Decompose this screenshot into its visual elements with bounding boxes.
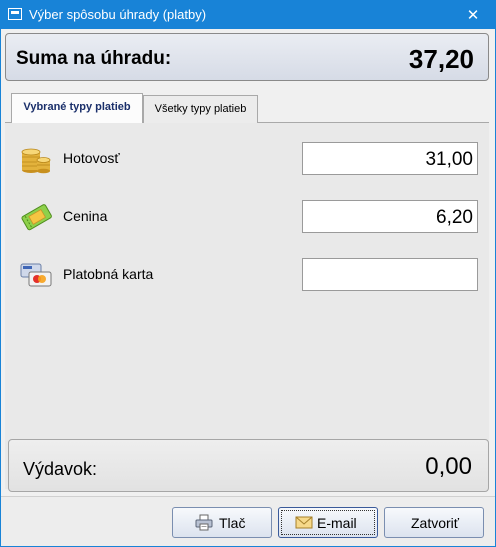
email-button-label: E-mail [317,515,357,531]
payment-label-cash: Hotovosť [63,150,120,166]
change-value: 0,00 [425,453,472,480]
payment-label-voucher: Cenina [63,208,108,224]
window-title: Výber spôsobu úhrady (platby) [29,7,207,22]
payment-row-cash: Hotovosť 31,00 [19,142,485,178]
printer-icon [195,514,213,531]
tab-all-payment-types[interactable]: Všetky typy platieb [143,95,258,123]
credit-card-icon [19,260,53,290]
change-panel: Výdavok: 0,00 [8,439,489,492]
window-icon [8,8,22,20]
payment-label-card: Platobná karta [63,266,154,282]
payment-dialog: Výber spôsobu úhrady (platby) ✕ Suma na … [0,0,496,547]
payment-row-voucher: Cenina 6,20 [19,200,485,236]
amount-due-panel: Suma na úhradu: 37,20 [5,33,489,81]
card-amount-input[interactable] [302,258,478,291]
change-label: Výdavok: [23,459,98,479]
tab-selected-payment-types[interactable]: Vybrané typy platieb [11,93,143,123]
voucher-icon [19,202,53,232]
print-button[interactable]: Tlač [172,507,272,538]
close-window-button[interactable]: ✕ [451,1,495,29]
payment-row-card: Platobná karta [19,258,485,294]
print-button-label: Tlač [219,515,246,531]
coins-icon [19,144,53,174]
envelope-icon [295,514,313,531]
title-bar[interactable]: Výber spôsobu úhrady (platby) ✕ [1,1,495,29]
amount-due-label: Suma na úhradu: [16,48,172,69]
close-button[interactable]: Zatvoriť [384,507,484,538]
cash-amount-input[interactable]: 31,00 [302,142,478,175]
email-button[interactable]: E-mail [278,507,378,538]
tab-panel: Hotovosť 31,00 Cenina 6,20 Platobná kart… [5,122,489,489]
voucher-amount-input[interactable]: 6,20 [302,200,478,233]
button-bar: Tlač E-mail Zatvoriť [1,496,495,546]
close-button-label: Zatvoriť [411,515,460,531]
amount-due-value: 37,20 [408,44,474,74]
